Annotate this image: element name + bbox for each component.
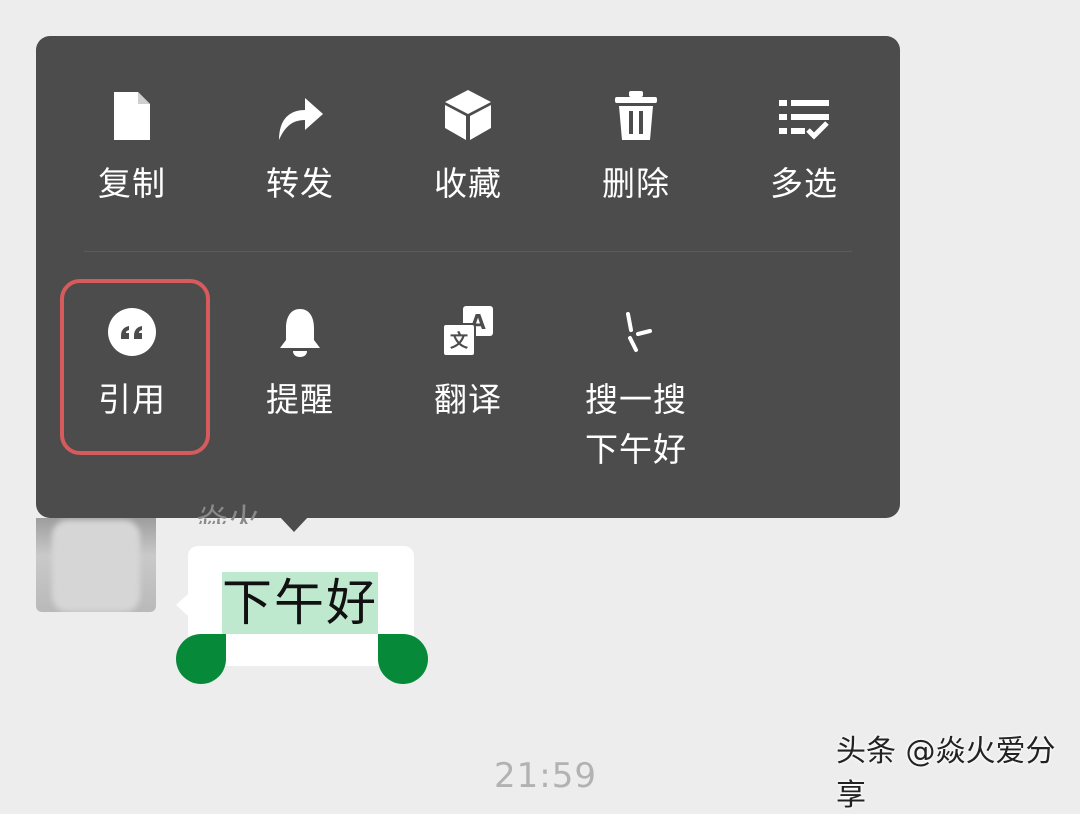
watermark: 头条 @焱火爱分享	[836, 734, 1056, 813]
search-query-text: 下午好	[585, 430, 687, 469]
menu-item-label: 搜一搜	[585, 380, 687, 419]
document-icon	[112, 86, 152, 142]
menu-item-label: 多选	[770, 164, 838, 203]
avatar[interactable]	[36, 518, 156, 612]
menu-item-copy[interactable]: 复制	[48, 86, 216, 204]
translate-icon: A 文	[441, 302, 495, 358]
menu-item-multiselect[interactable]: 多选	[720, 86, 888, 204]
trash-icon	[613, 86, 659, 142]
bubble-tail	[176, 594, 188, 616]
quote-highlight-frame	[60, 279, 210, 455]
menu-divider	[84, 251, 852, 252]
timestamp: 21:59	[494, 756, 597, 796]
menu-item-translate[interactable]: A 文 翻译	[384, 302, 552, 420]
menu-item-search[interactable]: 搜一搜 下午好	[552, 302, 720, 470]
menu-item-label: 删除	[602, 164, 670, 203]
search-spark-icon	[616, 302, 656, 358]
menu-item-label: 转发	[266, 164, 334, 203]
svg-text:文: 文	[450, 330, 469, 352]
bell-icon	[278, 302, 322, 358]
menu-item-delete[interactable]: 删除	[552, 86, 720, 204]
sender-name: 焱火	[196, 501, 261, 524]
menu-item-forward[interactable]: 转发	[216, 86, 384, 204]
selection-handle-left[interactable]	[176, 634, 226, 684]
selection-handle-right[interactable]	[378, 634, 428, 684]
cube-icon	[443, 86, 493, 142]
multi-select-list-icon	[777, 86, 831, 142]
menu-item-favorite[interactable]: 收藏	[384, 86, 552, 204]
menu-item-remind[interactable]: 提醒	[216, 302, 384, 420]
menu-item-label: 复制	[98, 164, 166, 203]
menu-item-label: 收藏	[434, 164, 502, 203]
message-text[interactable]: 下午好	[222, 572, 378, 634]
menu-item-label: 提醒	[266, 380, 334, 419]
menu-item-label: 翻译	[434, 380, 502, 419]
menu-pointer-arrow	[279, 516, 309, 532]
forward-arrow-icon	[275, 86, 325, 142]
